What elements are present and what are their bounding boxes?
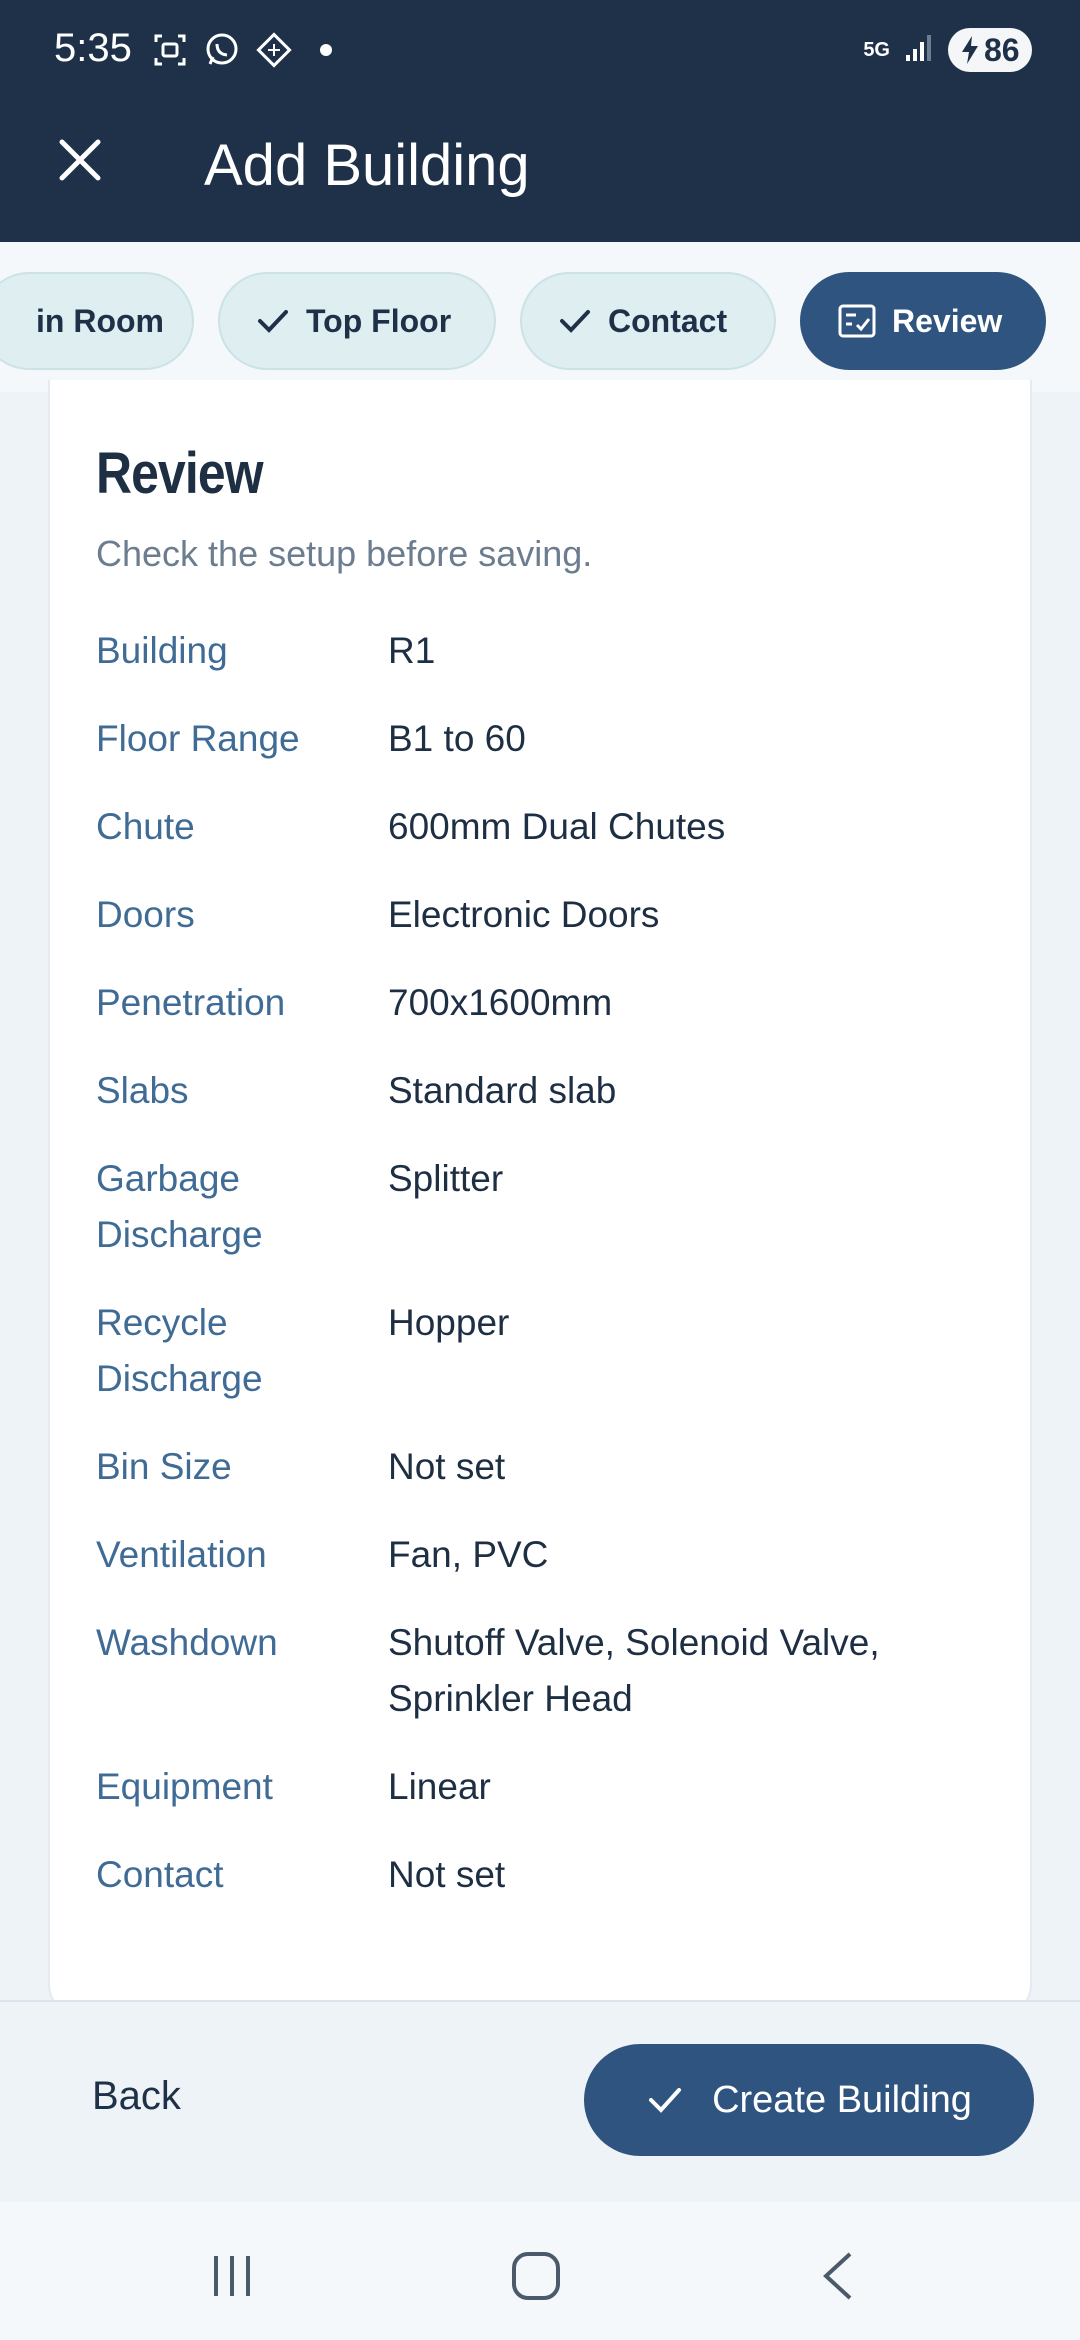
screenshot-icon: [150, 30, 190, 70]
row-value: Splitter: [388, 1158, 504, 1199]
status-bar: 5:35 5G 86: [0, 0, 1080, 100]
battery-level: 86: [984, 31, 1020, 68]
battery-indicator: 86: [948, 28, 1032, 72]
review-row-chute: Chute 600mm Dual Chutes: [96, 799, 990, 855]
review-row-equipment: Equipment Linear: [96, 1759, 990, 1815]
review-row-garbage-discharge: Garbage Discharge Splitter: [96, 1151, 990, 1263]
status-time: 5:35: [54, 26, 132, 70]
check-icon: [649, 2088, 682, 2113]
home-icon: [512, 2252, 560, 2300]
close-icon: [59, 139, 101, 181]
review-row-contact: Contact Not set: [96, 1847, 990, 1903]
network-type: 5G: [863, 39, 890, 61]
row-value: Standard slab: [388, 1070, 617, 1111]
review-row-slabs: Slabs Standard slab: [96, 1063, 990, 1119]
review-row-doors: Doors Electronic Doors: [96, 887, 990, 943]
step-bin-room[interactable]: in Room: [0, 272, 194, 370]
row-label: Bin Size: [96, 1446, 232, 1487]
review-row-penetration: Penetration 700x1600mm: [96, 975, 990, 1031]
review-title: Review: [96, 441, 264, 506]
row-label: Building: [96, 630, 228, 671]
review-row-bin-size: Bin Size Not set: [96, 1439, 990, 1495]
charging-icon: [962, 36, 978, 64]
create-building-button[interactable]: Create Building: [584, 2044, 1034, 2156]
step-review[interactable]: Review: [800, 272, 1046, 370]
row-value: 600mm Dual Chutes: [388, 806, 726, 847]
step-label: Top Floor: [306, 302, 452, 339]
signal-icon: [904, 33, 934, 68]
system-nav-bar: [0, 2202, 1080, 2340]
step-label: in Room: [36, 302, 164, 339]
whatsapp-icon: [202, 30, 242, 70]
check-icon: [258, 310, 288, 333]
step-contact[interactable]: Contact: [520, 272, 776, 370]
system-back-button[interactable]: [798, 2246, 878, 2306]
row-label: Chute: [96, 806, 195, 847]
row-label: Garbage Discharge: [96, 1158, 263, 1255]
step-tabs: in Room Top Floor Contact Review: [0, 242, 1080, 392]
review-card: Review Check the setup before saving. Bu…: [48, 380, 1032, 2020]
review-row-floor-range: Floor Range B1 to 60: [96, 711, 990, 767]
create-building-label: Create Building: [712, 2078, 972, 2121]
row-value: B1 to 60: [388, 718, 526, 759]
row-label: Doors: [96, 894, 195, 935]
close-button[interactable]: [48, 128, 112, 192]
home-button[interactable]: [496, 2246, 576, 2306]
app-header: 5:35 5G 86 Add Building: [0, 0, 1080, 242]
action-bar: Back Create Building: [0, 2000, 1080, 2202]
recent-apps-icon: [214, 2256, 250, 2296]
step-top-floor[interactable]: Top Floor: [218, 272, 496, 370]
step-label: Review: [892, 302, 1003, 339]
row-value: R1: [388, 630, 436, 671]
app-diamond-icon: [254, 30, 294, 70]
step-label: Contact: [608, 302, 728, 339]
row-value: Shutoff Valve, Solenoid Valve, Sprinkler…: [388, 1622, 880, 1719]
row-value: 700x1600mm: [388, 982, 613, 1023]
check-icon: [560, 310, 590, 333]
row-label: Slabs: [96, 1070, 189, 1111]
back-arrow-icon: [823, 2252, 852, 2300]
row-value: Linear: [388, 1766, 491, 1807]
review-row-recycle-discharge: Recycle Discharge Hopper: [96, 1295, 990, 1407]
row-label: Contact: [96, 1854, 224, 1895]
notification-icons: [150, 30, 346, 70]
review-row-building: Building R1: [96, 623, 990, 679]
review-row-washdown: Washdown Shutoff Valve, Solenoid Valve, …: [96, 1615, 990, 1727]
row-value: Not set: [388, 1446, 506, 1487]
row-value: Fan, PVC: [388, 1534, 549, 1575]
row-label: Ventilation: [96, 1534, 267, 1575]
row-label: Floor Range: [96, 718, 300, 759]
row-value: Hopper: [388, 1302, 510, 1343]
row-label: Recycle Discharge: [96, 1302, 263, 1399]
review-list: Building R1 Floor Range B1 to 60 Chute 6…: [96, 623, 990, 1903]
page-title: Add Building: [204, 133, 530, 198]
row-label: Penetration: [96, 982, 286, 1023]
review-subtitle: Check the setup before saving.: [96, 533, 593, 574]
review-row-ventilation: Ventilation Fan, PVC: [96, 1527, 990, 1583]
row-value: Not set: [388, 1854, 506, 1895]
back-button[interactable]: Back: [92, 2074, 181, 2119]
recent-apps-button[interactable]: [192, 2246, 272, 2306]
row-value: Electronic Doors: [388, 894, 660, 935]
system-icons: 5G 86: [863, 28, 1032, 72]
row-label: Washdown: [96, 1622, 278, 1663]
row-label: Equipment: [96, 1766, 273, 1807]
dot-icon: [306, 30, 346, 70]
checklist-icon: [838, 304, 876, 338]
